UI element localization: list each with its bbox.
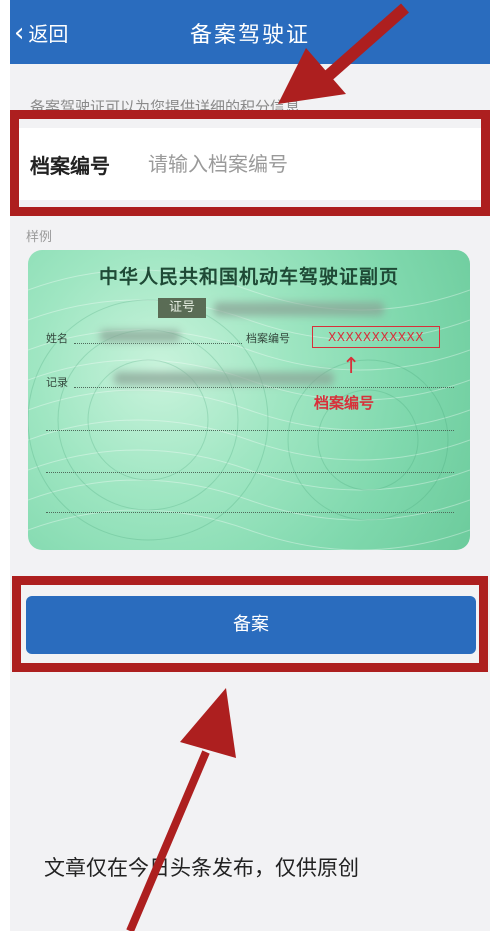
archive-number-input[interactable] [146, 146, 480, 182]
archive-number-row: 档案编号 [10, 128, 490, 200]
register-button[interactable]: 备案 [26, 596, 476, 654]
sample-license-image: 中华人民共和国机动车驾驶证副页 证号 姓名 档案编号 XXXXXXXXXXX 记… [28, 250, 470, 550]
page-title: 备案驾驶证 [189, 23, 310, 48]
card-archive-label: 档案编号 [246, 332, 290, 345]
up-arrow-icon: ↑ [342, 354, 361, 379]
sample-label: 样例 [26, 230, 53, 245]
name-line [74, 343, 242, 344]
archive-number-label: 档案编号 [30, 154, 110, 178]
card-guilloche-pattern [28, 269, 470, 550]
card-line-1 [46, 430, 454, 431]
app-screen: ‹ 返回 备案驾驶证 备案驾驶证可以为您提供详细的积分信息 档案编号 样例 [10, 0, 490, 931]
record-line [74, 387, 454, 388]
arrow-head-bottom [180, 688, 236, 758]
card-line-3 [46, 512, 454, 513]
hint-text: 备案驾驶证可以为您提供详细的积分信息 [30, 98, 301, 116]
example-archive-number: XXXXXXXXXXX [312, 326, 440, 348]
archive-number-caption: 档案编号 [314, 394, 375, 412]
nav-bar: ‹ 返回 备案驾驶证 [10, 0, 490, 64]
record-label: 记录 [46, 376, 68, 389]
card-title: 中华人民共和国机动车驾驶证副页 [98, 266, 399, 288]
blurred-name [100, 330, 180, 342]
name-label: 姓名 [46, 332, 68, 345]
footer-watermark-text: 文章仅在今日头条发布，仅供原创 [44, 856, 359, 880]
blurred-cert-number [214, 302, 384, 316]
card-line-2 [46, 472, 454, 473]
arrow-shaft-bottom [126, 750, 210, 931]
cert-number-badge: 证号 [158, 298, 206, 318]
blurred-record [114, 372, 334, 385]
